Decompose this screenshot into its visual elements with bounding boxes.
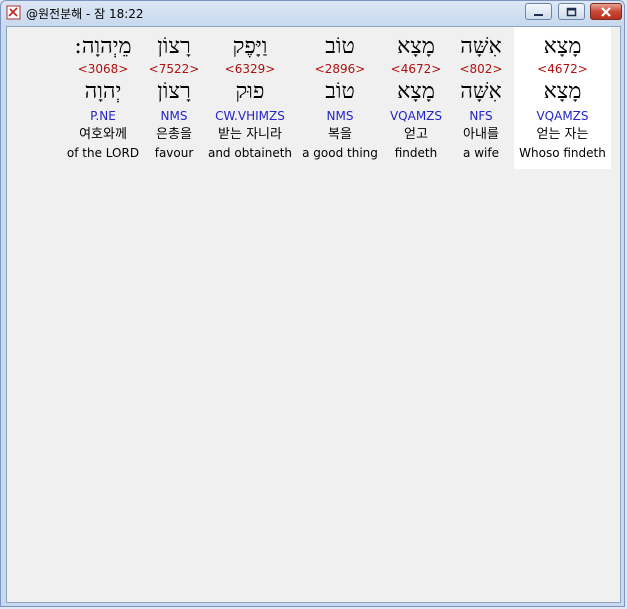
app-book-icon [6, 5, 21, 20]
strong-number[interactable]: <7522> [144, 62, 204, 76]
strong-number[interactable]: <3068> [62, 62, 144, 76]
minimize-icon [533, 2, 544, 21]
english-gloss: and obtaineth [207, 146, 293, 160]
word-column-selected[interactable]: מָצָא <4672> מָצָא VQAMZS 얻는 자는 Whoso fi… [514, 27, 611, 169]
word-column[interactable]: טוֹב <2896> טוֹב NMS 복을 a good thing [296, 27, 384, 169]
korean-gloss: 은총을 [156, 127, 192, 142]
english-gloss: favour [154, 146, 194, 160]
hebrew-word: אִשָּׁה [460, 34, 502, 59]
korean-gloss: 받는 자니라 [218, 127, 282, 142]
parse-code: P.NE [90, 109, 116, 123]
korean-gloss: 복을 [328, 127, 352, 142]
parse-code: VQAMZS [389, 109, 443, 123]
word-column[interactable]: אִשָּׁה <802> אִשָּׁה NFS 아내를 a wife [448, 27, 514, 169]
word-column[interactable]: מֵיְהוָה: <3068> יְהוָה P.NE 여호와께 of the… [62, 27, 144, 169]
hebrew-word: טוֹב [325, 34, 355, 59]
hebrew-root: מָצָא [543, 79, 582, 104]
parse-code: NFS [469, 109, 493, 123]
app-window: @원전분해 - 잠 18:22 מֵיְהוָה: <3068> יְהוָה … [0, 0, 625, 607]
close-icon [600, 2, 612, 21]
korean-gloss: 아내를 [463, 127, 499, 142]
hebrew-word: רָצוֹן [157, 34, 191, 59]
close-button[interactable] [590, 3, 622, 20]
minimize-button[interactable] [525, 3, 552, 20]
hebrew-root: פוּק [235, 79, 265, 104]
korean-gloss: 여호와께 [79, 127, 127, 142]
strong-number[interactable]: <6329> [204, 62, 296, 76]
hebrew-root: רָצוֹן [157, 79, 191, 104]
strong-number[interactable]: <802> [448, 62, 514, 76]
hebrew-word: מָצָא [543, 34, 582, 59]
interlinear-view[interactable]: מֵיְהוָה: <3068> יְהוָה P.NE 여호와께 of the… [6, 26, 621, 603]
word-column[interactable]: רָצוֹן <7522> רָצוֹן NMS 은총을 favour [144, 27, 204, 169]
english-gloss: a good thing [302, 146, 378, 160]
parse-code: NMS [326, 109, 354, 123]
parse-code: CW.VHIMZS [215, 109, 285, 123]
word-column[interactable]: מָצָא <4672> מָצָא VQAMZS 얻고 findeth [384, 27, 448, 169]
parse-code: NMS [160, 109, 188, 123]
korean-gloss: 얻는 자는 [536, 127, 589, 142]
window-title: @원전분해 - 잠 18:22 [26, 7, 144, 21]
strong-number[interactable]: <4672> [384, 62, 448, 76]
english-gloss: Whoso findeth [519, 146, 606, 160]
hebrew-word: מֵיְהוָה: [74, 34, 132, 59]
hebrew-root: אִשָּׁה [460, 79, 502, 104]
hebrew-word: מָצָא [397, 34, 435, 59]
english-gloss: of the LORD [66, 146, 140, 160]
maximize-icon [566, 2, 577, 21]
parse-code: VQAMZS [536, 109, 589, 123]
maximize-button[interactable] [558, 3, 585, 20]
english-gloss: findeth [394, 146, 438, 160]
title-bar[interactable]: @원전분해 - 잠 18:22 [1, 1, 624, 25]
word-column[interactable]: וַיָּפֶק <6329> פוּק CW.VHIMZS 받는 자니라 an… [204, 27, 296, 169]
strong-number[interactable]: <4672> [514, 62, 611, 76]
hebrew-root: מָצָא [397, 79, 435, 104]
hebrew-root: טוֹב [325, 79, 355, 104]
hebrew-root: יְהוָה [84, 79, 122, 104]
hebrew-word: וַיָּפֶק [232, 34, 268, 59]
strong-number[interactable]: <2896> [296, 62, 384, 76]
english-gloss: a wife [463, 146, 499, 160]
korean-gloss: 얻고 [404, 127, 428, 142]
